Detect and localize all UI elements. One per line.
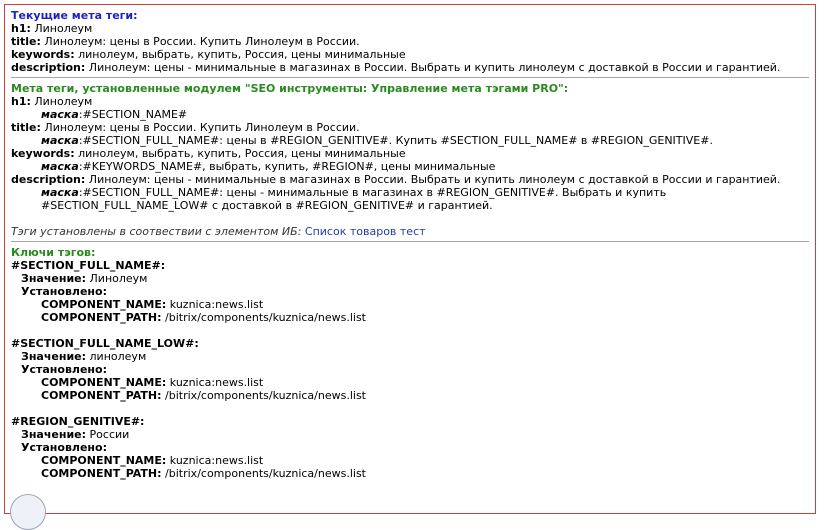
mask-label: маска [41, 160, 79, 173]
tag-key-value-row: Значение: линолеум [11, 350, 809, 363]
component-name-value: kuznica:news.list [169, 376, 264, 389]
installed-label: Установлено: [21, 441, 107, 454]
module-meta-heading: Мета теги, установленные модулем "SEO ин… [11, 82, 569, 95]
tag-key-value: линолеум [89, 350, 147, 363]
component-path-row: COMPONENT_PATH: /bitrix/components/kuzni… [11, 467, 809, 480]
tag-key-block: #SECTION_FULL_NAME#: Значение: Линолеум … [11, 259, 809, 324]
component-path-label: COMPONENT_PATH: [41, 311, 162, 324]
module-title-mask: :#SECTION_FULL_NAME#: цены в #REGION_GEN… [78, 134, 713, 147]
divider [11, 241, 809, 242]
module-description-value: Линолеум: цены - минимальные в магазинах… [88, 173, 781, 186]
circle-icon[interactable] [10, 494, 46, 530]
module-keywords-row: keywords: линолеум, выбрать, купить, Рос… [11, 147, 809, 160]
module-keywords-mask: :#KEYWORDS_NAME#, выбрать, купить, #REGI… [78, 160, 496, 173]
module-description-label: description: [11, 173, 86, 186]
mask-label: маска [41, 134, 79, 147]
tag-key-block: #SECTION_FULL_NAME_LOW#: Значение: линол… [11, 337, 809, 402]
module-h1-mask-row: маска:#SECTION_NAME# [11, 108, 809, 121]
component-path-label: COMPONENT_PATH: [41, 389, 162, 402]
module-title-value: Линолеум: цены в России. Купить Линолеум… [44, 121, 360, 134]
current-description-row: description: Линолеум: цены - минимальны… [11, 61, 809, 74]
tag-key-name: #SECTION_FULL_NAME#: [11, 259, 166, 272]
tag-key-name: #SECTION_FULL_NAME_LOW#: [11, 337, 199, 350]
module-keywords-value: линолеум, выбрать, купить, Россия, цены … [78, 147, 406, 160]
current-h1-value: Линолеум [34, 22, 93, 35]
infoblock-note-text: Тэги установлены в соотвествии с элемент… [11, 225, 302, 238]
module-title-label: title: [11, 121, 41, 134]
component-name-row: COMPONENT_NAME: kuznica:news.list [11, 376, 809, 389]
tag-key-value: Линолеум [89, 272, 148, 285]
component-path-value: /bitrix/components/kuznica/news.list [165, 389, 366, 402]
current-meta-heading: Текущие мета теги: [11, 9, 138, 22]
current-title-value: Линолеум: цены в России. Купить Линолеум… [44, 35, 360, 48]
tag-key-value-row: Значение: России [11, 428, 809, 441]
infoblock-link[interactable]: Список товаров тест [305, 225, 426, 238]
component-name-value: kuznica:news.list [169, 298, 264, 311]
component-path-label: COMPONENT_PATH: [41, 467, 162, 480]
module-h1-label: h1: [11, 95, 31, 108]
tag-keys-heading: Ключи тэгов: [11, 246, 96, 259]
seo-debug-panel: Текущие мета теги: h1: Линолеум title: Л… [4, 4, 816, 514]
current-title-label: title: [11, 35, 41, 48]
component-name-label: COMPONENT_NAME: [41, 454, 167, 467]
tag-key-block: #REGION_GENITIVE#: Значение: России Уста… [11, 415, 809, 480]
current-title-row: title: Линолеум: цены в России. Купить Л… [11, 35, 809, 48]
module-title-row: title: Линолеум: цены в России. Купить Л… [11, 121, 809, 134]
current-description-value: Линолеум: цены - минимальные в магазинах… [88, 61, 781, 74]
component-path-row: COMPONENT_PATH: /bitrix/components/kuzni… [11, 311, 809, 324]
component-name-label: COMPONENT_NAME: [41, 298, 167, 311]
module-keywords-label: keywords: [11, 147, 75, 160]
module-keywords-mask-row: маска:#KEYWORDS_NAME#, выбрать, купить, … [11, 160, 809, 173]
current-keywords-label: keywords: [11, 48, 75, 61]
module-description-mask-2: #SECTION_FULL_NAME_LOW# с доставкой в #R… [41, 199, 493, 212]
module-description-mask-1: :#SECTION_FULL_NAME#: цены - минимальные… [78, 186, 667, 199]
module-description-mask-row: маска:#SECTION_FULL_NAME#: цены - минима… [11, 186, 809, 199]
module-h1-mask: :#SECTION_NAME# [78, 108, 188, 121]
component-name-row: COMPONENT_NAME: kuznica:news.list [11, 298, 809, 311]
tag-key-value: России [89, 428, 130, 441]
current-keywords-value: линолеум, выбрать, купить, Россия, цены … [78, 48, 406, 61]
module-title-mask-row: маска:#SECTION_FULL_NAME#: цены в #REGIO… [11, 134, 809, 147]
mask-label: маска [41, 186, 79, 199]
current-h1-row: h1: Линолеум [11, 22, 809, 35]
component-path-value: /bitrix/components/kuznica/news.list [165, 311, 366, 324]
tag-key-name: #REGION_GENITIVE#: [11, 415, 145, 428]
component-path-row: COMPONENT_PATH: /bitrix/components/kuzni… [11, 389, 809, 402]
module-h1-value: Линолеум [34, 95, 93, 108]
divider [11, 77, 809, 78]
component-name-row: COMPONENT_NAME: kuznica:news.list [11, 454, 809, 467]
infoblock-note: Тэги установлены в соотвествии с элемент… [11, 225, 809, 238]
component-name-label: COMPONENT_NAME: [41, 376, 167, 389]
current-description-label: description: [11, 61, 86, 74]
component-path-value: /bitrix/components/kuznica/news.list [165, 467, 366, 480]
mask-label: маска [41, 108, 79, 121]
tag-key-value-row: Значение: Линолеум [11, 272, 809, 285]
value-label: Значение: [21, 428, 87, 441]
value-label: Значение: [21, 272, 87, 285]
installed-label: Установлено: [21, 363, 107, 376]
installed-label: Установлено: [21, 285, 107, 298]
component-name-value: kuznica:news.list [169, 454, 264, 467]
current-keywords-row: keywords: линолеум, выбрать, купить, Рос… [11, 48, 809, 61]
value-label: Значение: [21, 350, 87, 363]
module-description-row: description: Линолеум: цены - минимальны… [11, 173, 809, 186]
current-h1-label: h1: [11, 22, 31, 35]
module-description-mask-row-2: #SECTION_FULL_NAME_LOW# с доставкой в #R… [11, 199, 809, 212]
module-h1-row: h1: Линолеум [11, 95, 809, 108]
